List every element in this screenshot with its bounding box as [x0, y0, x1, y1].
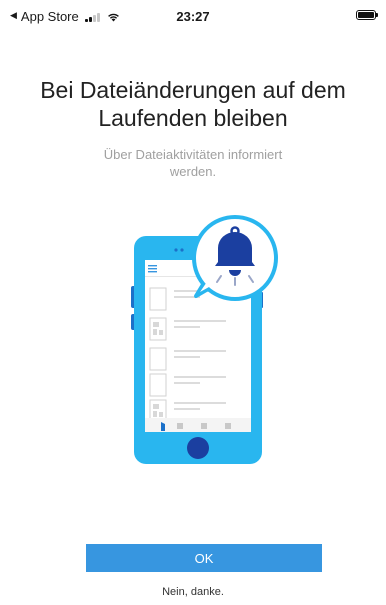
status-bar: ◀ App Store 23:27 [0, 0, 386, 32]
page-subtitle: Über Dateiaktivitäten informiert werden. [103, 147, 283, 179]
phone-notification-bell-icon [131, 215, 278, 464]
ok-button[interactable]: OK [86, 544, 322, 572]
no-thanks-link[interactable]: Nein, danke. [0, 586, 386, 598]
battery-icon [356, 10, 378, 20]
status-time: 23:27 [176, 9, 210, 24]
page-title: Bei Dateiänderungen auf dem Laufenden bl… [40, 77, 346, 131]
